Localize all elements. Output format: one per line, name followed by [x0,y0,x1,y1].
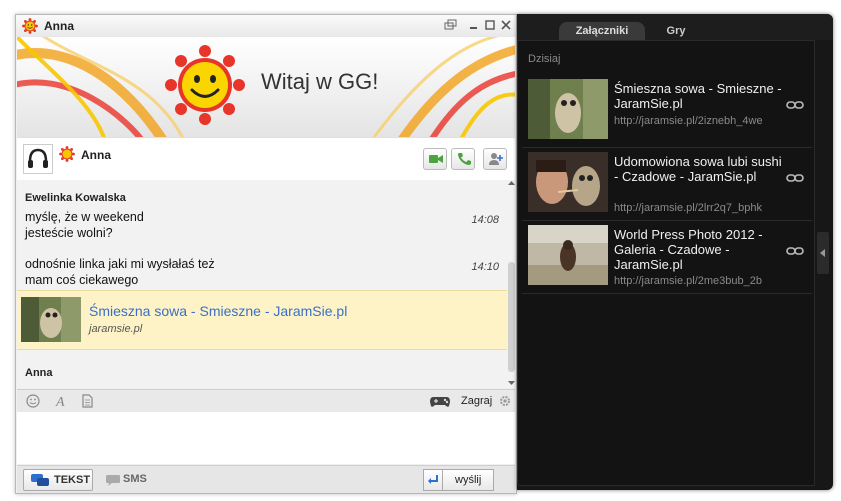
maximize-icon[interactable] [482,17,498,33]
title-bar[interactable]: Anna [16,15,516,37]
message-author: Anna [25,367,53,379]
contact-name: Anna [81,148,111,162]
attachment-url: http://jaramsie.pl/2lrr2q7_bphk8w [614,202,762,214]
add-contact-button[interactable] [483,148,507,170]
owl-thumbnail [21,297,81,342]
close-icon[interactable] [498,17,514,33]
gg-logo-sun-icon [165,45,245,125]
text-mode-label: TEKST [54,474,91,486]
sms-bubble-icon [106,475,120,486]
date-header: Dzisiaj [528,53,561,65]
attach-file-icon[interactable] [79,393,95,409]
link-chain-icon[interactable] [786,99,804,111]
send-bar: TEKST SMS wyślij [17,465,515,493]
svg-text:A: A [55,395,65,409]
contact-bar: Anna [17,137,515,181]
tab-games[interactable]: Gry [661,22,691,40]
press-photo-thumbnail [528,225,608,285]
gamepad-icon[interactable] [429,393,451,409]
owl-thumbnail [528,79,608,139]
message-time: 14:10 [471,261,499,273]
attachment-item[interactable]: Śmieszna sowa - Smieszne - JaramSie.pl h… [522,75,812,148]
status-sun-icon [59,146,75,162]
sms-mode-label: SMS [123,473,147,485]
tab-attachments[interactable]: Załączniki [559,22,645,40]
headphones-icon [28,148,48,168]
chat-window: Anna Witaj w GG! Anna Ewelinka Kowalska … [15,14,517,494]
attachment-title[interactable]: Śmieszna sowa - Smieszne - JaramSie.pl [614,81,784,111]
sms-mode-button[interactable]: SMS [105,470,165,490]
scrollbar-thumb[interactable] [508,262,515,372]
window-title: Anna [44,19,74,33]
gg-sun-icon [22,18,38,34]
link-chain-icon[interactable] [786,172,804,184]
attachment-title[interactable]: World Press Photo 2012 - Galeria - Czado… [614,227,784,272]
attachment-item[interactable]: Udomowiona sowa lubi sushi - Czadowe - J… [522,148,812,221]
message-author: Ewelinka Kowalska [25,192,126,204]
message-text: odnośnie linka jaki mi wysłałaś też mam … [25,257,215,287]
enter-sends-toggle[interactable] [423,469,443,491]
panel-tab-strip: Załączniki Gry [517,14,833,40]
minimize-icon[interactable] [466,17,482,33]
camera-icon [429,155,443,163]
attachments-list[interactable]: Dzisiaj Śmieszna sowa - Smieszne - Jaram… [517,40,815,486]
text-mode-button[interactable]: TEKST [23,469,93,491]
welcome-banner: Witaj w GG! [17,37,515,137]
chevron-left-icon [820,249,825,257]
link-title[interactable]: Śmieszna sowa - Smieszne - JaramSie.pl [89,303,347,319]
enter-arrow-icon [428,475,438,484]
collapse-panel-handle[interactable] [817,232,829,274]
font-style-icon[interactable]: A [53,393,69,409]
attachments-panel: Załączniki Gry Dzisiaj Śmieszna sowa - S… [517,14,833,490]
attachment-item[interactable]: World Press Photo 2012 - Galeria - Czado… [522,221,812,294]
format-toolbar: A Zagraj [17,389,515,413]
restore-icon[interactable] [442,17,458,33]
message-scrollbar[interactable] [507,180,516,388]
send-button[interactable]: wyślij [442,469,494,491]
phone-icon [458,153,471,165]
avatar[interactable] [23,144,53,174]
attachment-url: http://jaramsie.pl/2iznebh_4wes... [614,115,762,127]
link-preview-card[interactable]: Śmieszna sowa - Smieszne - JaramSie.pl j… [17,290,507,350]
girl-with-owl-thumbnail [528,152,608,212]
message-list[interactable]: Ewelinka Kowalska myślę, że w weekend je… [17,180,507,388]
scroll-down-icon[interactable] [508,380,515,386]
message-time: 14:08 [471,214,499,226]
emoticon-icon[interactable] [25,393,41,409]
add-user-icon [489,153,503,165]
attachment-url: http://jaramsie.pl/2me3bub_2bd... [614,275,762,287]
link-domain: jaramsie.pl [89,323,143,335]
settings-gear-icon[interactable] [497,393,513,409]
scroll-up-icon[interactable] [508,180,515,186]
link-chain-icon[interactable] [786,245,804,257]
message-text: myślę, że w weekend jesteście wolni? [25,210,144,240]
message-input[interactable] [17,412,515,464]
chat-bubbles-icon [31,474,49,486]
attachment-title[interactable]: Udomowiona sowa lubi sushi - Czadowe - J… [614,154,784,184]
voice-call-button[interactable] [451,148,475,170]
welcome-text: Witaj w GG! [261,69,379,94]
video-call-button[interactable] [423,148,447,170]
send-label: wyślij [455,474,482,486]
play-game-label[interactable]: Zagraj [461,395,492,407]
